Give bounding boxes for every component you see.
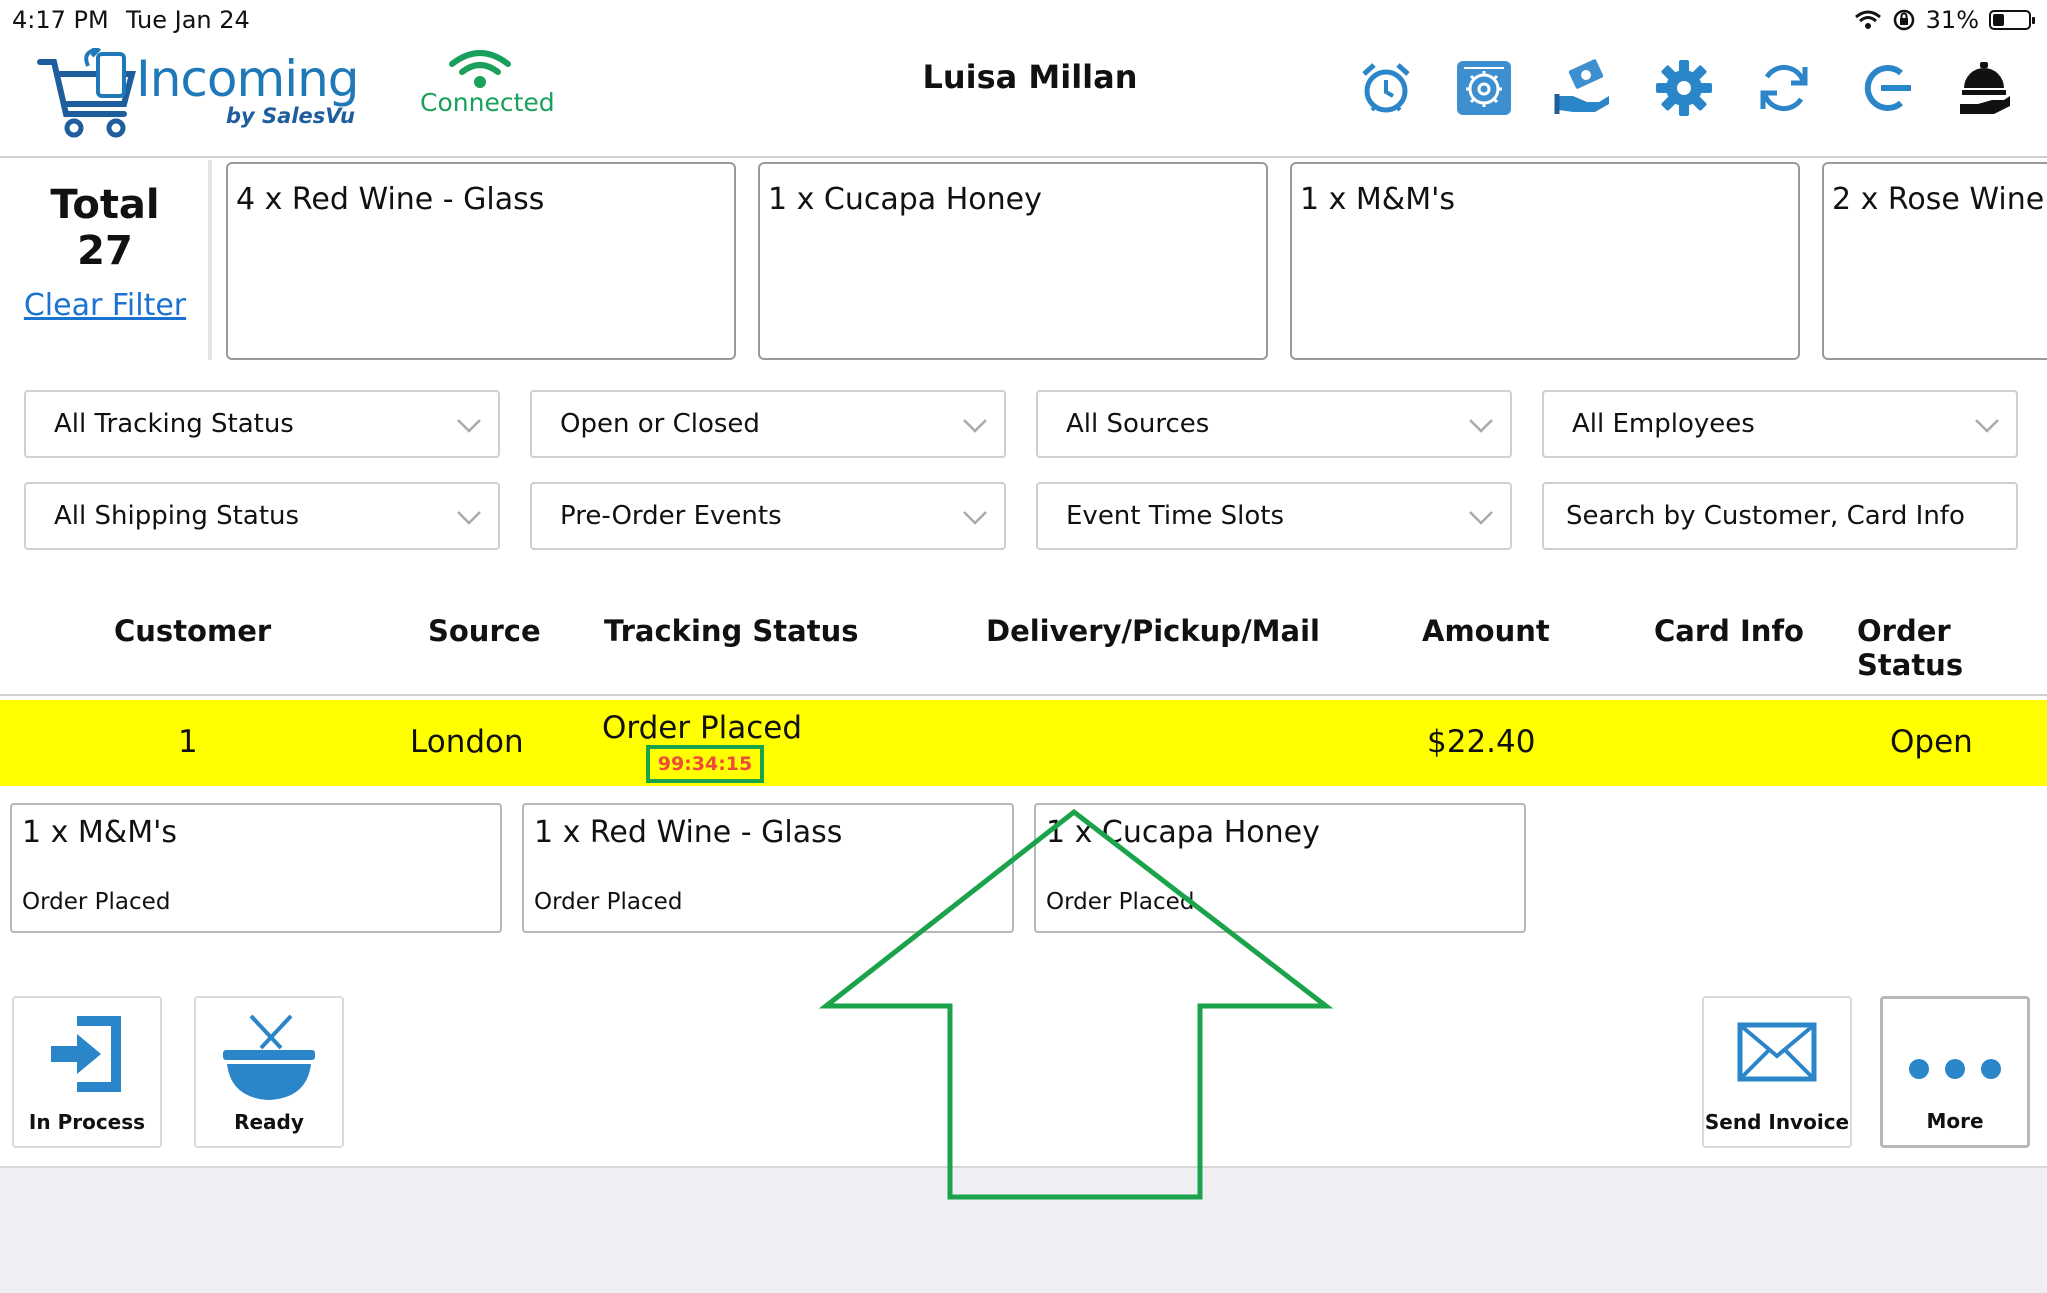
shipping-status-filter-label: All Shipping Status	[54, 501, 300, 531]
column-header-amount[interactable]: Amount	[1422, 614, 1550, 648]
chevron-down-icon	[963, 511, 987, 525]
order-item-card[interactable]: 1 x Cucapa Honey Order Placed	[1034, 803, 1526, 933]
food-bowl-icon	[223, 1014, 315, 1100]
tracking-status-filter[interactable]: All Tracking Status	[24, 390, 500, 458]
chevron-down-icon	[457, 419, 481, 433]
column-header-source[interactable]: Source	[428, 614, 541, 648]
top-item-card[interactable]: 2 x Rose Wine	[1822, 162, 2047, 360]
order-item-status: Order Placed	[1046, 889, 1195, 915]
order-item-title: 1 x Cucapa Honey	[1046, 815, 1320, 850]
preorder-events-filter-label: Pre-Order Events	[560, 501, 782, 531]
chevron-down-icon	[457, 511, 481, 525]
chevron-down-icon	[1469, 511, 1493, 525]
settings-box-icon	[1457, 61, 1511, 115]
settings-button[interactable]	[1650, 52, 1718, 124]
cash-hand-icon	[1554, 59, 1609, 114]
logout-button[interactable]	[1852, 52, 1920, 124]
logo-subtitle: by SalesVu	[226, 104, 355, 128]
battery-icon	[1989, 10, 2035, 30]
order-item-title: 1 x Red Wine - Glass	[534, 815, 843, 850]
shipping-status-filter[interactable]: All Shipping Status	[24, 482, 500, 550]
open-closed-filter-label: Open or Closed	[560, 409, 760, 439]
chevron-down-icon	[1975, 419, 1999, 433]
alarm-clock-icon	[1362, 63, 1410, 113]
top-item-card[interactable]: 1 x M&M's	[1290, 162, 1800, 360]
in-process-button[interactable]: In Process	[12, 996, 162, 1148]
event-time-slots-filter[interactable]: Event Time Slots	[1036, 482, 1512, 550]
wifi-connected-icon	[449, 50, 511, 88]
cash-payment-button[interactable]	[1550, 52, 1618, 124]
orientation-lock-icon	[1893, 9, 1914, 31]
connection-status: Connected	[420, 88, 555, 117]
order-item-title: 1 x M&M's	[22, 815, 177, 850]
status-date: Tue Jan 24	[126, 6, 250, 34]
row-amount: $22.40	[1427, 724, 1536, 760]
customer-search-input[interactable]: Search by Customer, Card Info	[1542, 482, 2018, 550]
battery-level-fill	[1993, 14, 2004, 26]
table-row[interactable]	[0, 700, 2047, 786]
user-name: Luisa Millan	[922, 58, 1138, 96]
row-source: London	[410, 724, 524, 760]
search-placeholder: Search by Customer, Card Info	[1566, 501, 1965, 531]
chevron-down-icon	[963, 419, 987, 433]
total-label: Total	[50, 182, 160, 228]
room-service-button[interactable]	[1950, 52, 2018, 124]
send-invoice-label: Send Invoice	[1704, 1110, 1850, 1134]
tracking-status-filter-label: All Tracking Status	[54, 409, 294, 439]
refresh-button[interactable]	[1750, 52, 1818, 124]
event-time-slots-filter-label: Event Time Slots	[1066, 501, 1285, 531]
room-service-icon	[1960, 62, 2010, 114]
wifi-status-icon	[1854, 10, 1881, 29]
total-count: 27	[77, 228, 133, 274]
ready-label: Ready	[234, 1110, 304, 1134]
row-tracking-status: Order Placed	[602, 710, 803, 746]
more-label: More	[1926, 1109, 1984, 1133]
settings-box-button[interactable]	[1450, 52, 1518, 124]
more-dots-icon	[1909, 1059, 2001, 1079]
status-right: 31%	[1854, 6, 2035, 34]
order-item-card[interactable]: 1 x Red Wine - Glass Order Placed	[522, 803, 1014, 933]
in-process-label: In Process	[28, 1110, 146, 1134]
table-header-divider	[0, 694, 2047, 696]
column-header-tracking-status[interactable]: Tracking Status	[604, 614, 858, 648]
column-header-customer[interactable]: Customer	[114, 614, 271, 648]
sources-filter[interactable]: All Sources	[1036, 390, 1512, 458]
refresh-icon	[1760, 64, 1808, 112]
column-header-card-info[interactable]: Card Info	[1654, 614, 1804, 648]
bottom-area	[0, 1166, 2047, 1293]
battery-percent: 31%	[1925, 6, 1979, 34]
order-timer: 99:34:15	[646, 745, 764, 783]
top-item-card[interactable]: 4 x Red Wine - Glass	[226, 162, 736, 360]
employees-filter[interactable]: All Employees	[1542, 390, 2018, 458]
more-button[interactable]: More	[1880, 996, 2030, 1148]
order-item-status: Order Placed	[22, 889, 171, 915]
order-item-status: Order Placed	[534, 889, 683, 915]
alarm-clock-button[interactable]	[1352, 52, 1420, 124]
logout-icon	[1864, 65, 1911, 111]
open-closed-filter[interactable]: Open or Closed	[530, 390, 1006, 458]
order-item-card[interactable]: 1 x M&M's Order Placed	[10, 803, 502, 933]
logo-title: Incoming	[136, 50, 360, 108]
envelope-icon	[1737, 1022, 1817, 1082]
ready-button[interactable]: Ready	[194, 996, 344, 1148]
column-header-order-status[interactable]: Order Status	[1857, 614, 2047, 682]
row-order-status: Open	[1890, 724, 1973, 760]
sources-filter-label: All Sources	[1066, 409, 1210, 439]
column-header-delivery[interactable]: Delivery/Pickup/Mail	[986, 614, 1320, 648]
chevron-down-icon	[1469, 419, 1493, 433]
preorder-events-filter[interactable]: Pre-Order Events	[530, 482, 1006, 550]
top-item-card[interactable]: 1 x Cucapa Honey	[758, 162, 1268, 360]
row-customer: 1	[178, 724, 198, 760]
clear-filter-link[interactable]: Clear Filter	[0, 288, 210, 323]
gear-icon	[1656, 60, 1712, 116]
employees-filter-label: All Employees	[1572, 409, 1755, 439]
status-time: 4:17 PM	[12, 6, 109, 34]
sign-in-icon	[51, 1016, 121, 1092]
send-invoice-button[interactable]: Send Invoice	[1702, 996, 1852, 1148]
header-divider	[0, 156, 2047, 158]
